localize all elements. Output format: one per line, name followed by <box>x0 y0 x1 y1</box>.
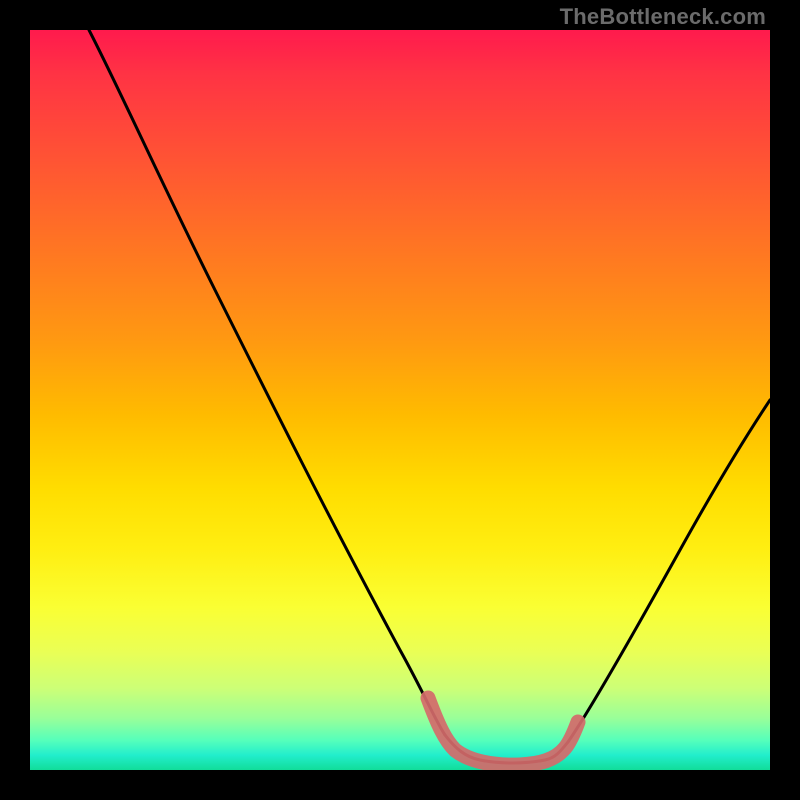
bottleneck-curve-left <box>89 30 445 735</box>
plot-area <box>30 30 770 770</box>
highlight-band <box>428 698 578 765</box>
watermark-text: TheBottleneck.com <box>560 4 766 30</box>
chart-container: TheBottleneck.com <box>0 0 800 800</box>
curve-svg <box>30 30 770 770</box>
bottleneck-curve-right <box>568 400 770 742</box>
